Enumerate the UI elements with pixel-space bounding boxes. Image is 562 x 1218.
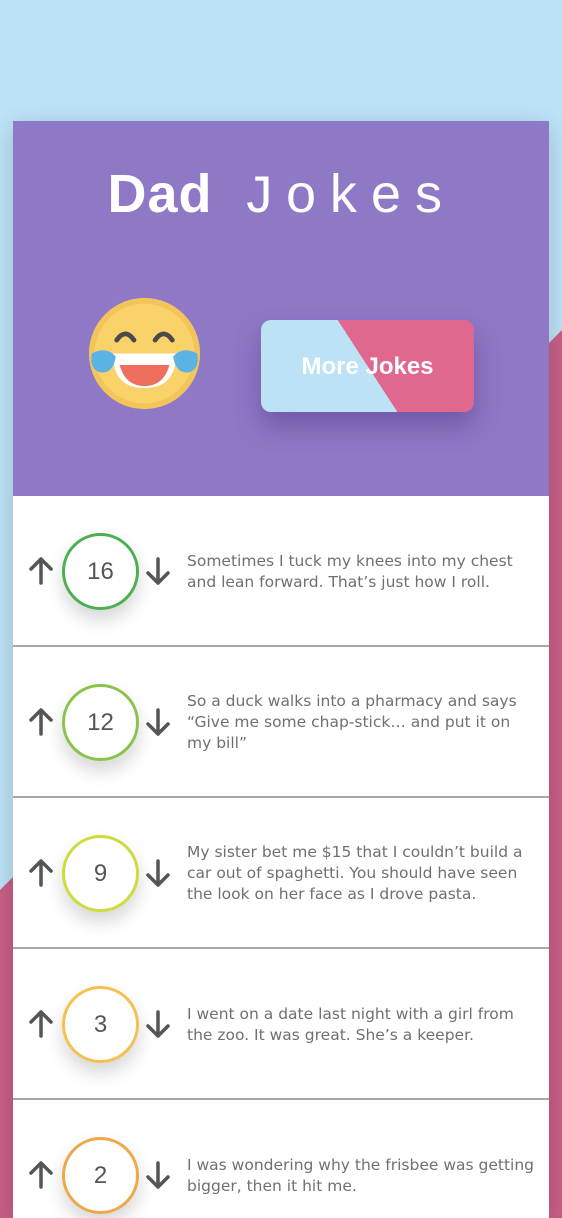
vote-count: 16 bbox=[62, 533, 139, 610]
joke-row: 16 Sometimes I tuck my knees into my che… bbox=[13, 496, 549, 647]
upvote-arrow-icon[interactable] bbox=[27, 1160, 55, 1190]
joke-text-content: So a duck walks into a pharmacy and says… bbox=[187, 692, 517, 752]
joke-text: My sister bet me $15 that I couldn’t bui… bbox=[187, 798, 539, 949]
upvote-arrow-icon[interactable] bbox=[27, 1009, 55, 1039]
title-bold: Dad bbox=[107, 164, 213, 224]
joke-text: So a duck walks into a pharmacy and says… bbox=[187, 647, 539, 798]
joke-text: I went on a date last night with a girl … bbox=[187, 949, 539, 1100]
joke-row: 2 I was wondering why the frisbee was ge… bbox=[13, 1100, 549, 1218]
joke-text-content: Sometimes I tuck my knees into my chest … bbox=[187, 551, 513, 591]
laughing-emoji-icon bbox=[88, 297, 201, 410]
joke-text-content: I was wondering why the frisbee was gett… bbox=[187, 1155, 534, 1195]
jokes-list: 16 Sometimes I tuck my knees into my che… bbox=[13, 496, 549, 1218]
page-title: Dad Jokes bbox=[13, 163, 549, 229]
joke-row: 3 I went on a date last night with a gir… bbox=[13, 949, 549, 1100]
upvote-arrow-icon[interactable] bbox=[27, 858, 55, 888]
joke-text: Sometimes I tuck my knees into my chest … bbox=[187, 496, 539, 647]
vote-count: 9 bbox=[62, 835, 139, 912]
title-light: Jokes bbox=[242, 168, 455, 229]
vote-count: 3 bbox=[62, 986, 139, 1063]
app-card: Dad Jokes More Jokes 16 Sometimes I tuck … bbox=[13, 121, 549, 1218]
downvote-arrow-icon[interactable] bbox=[144, 1009, 172, 1039]
joke-text-content: My sister bet me $15 that I couldn’t bui… bbox=[187, 843, 523, 903]
downvote-arrow-icon[interactable] bbox=[144, 707, 172, 737]
joke-row: 12 So a duck walks into a pharmacy and s… bbox=[13, 647, 549, 798]
downvote-arrow-icon[interactable] bbox=[144, 556, 172, 586]
more-jokes-button[interactable]: More Jokes bbox=[261, 320, 474, 412]
upvote-arrow-icon[interactable] bbox=[27, 707, 55, 737]
joke-text: I was wondering why the frisbee was gett… bbox=[187, 1100, 539, 1218]
joke-row: 9 My sister bet me $15 that I couldn’t b… bbox=[13, 798, 549, 949]
upvote-arrow-icon[interactable] bbox=[27, 556, 55, 586]
downvote-arrow-icon[interactable] bbox=[144, 858, 172, 888]
downvote-arrow-icon[interactable] bbox=[144, 1160, 172, 1190]
joke-text-content: I went on a date last night with a girl … bbox=[187, 1004, 514, 1044]
vote-count: 12 bbox=[62, 684, 139, 761]
header: Dad Jokes More Jokes bbox=[13, 121, 549, 496]
vote-count: 2 bbox=[62, 1137, 139, 1214]
